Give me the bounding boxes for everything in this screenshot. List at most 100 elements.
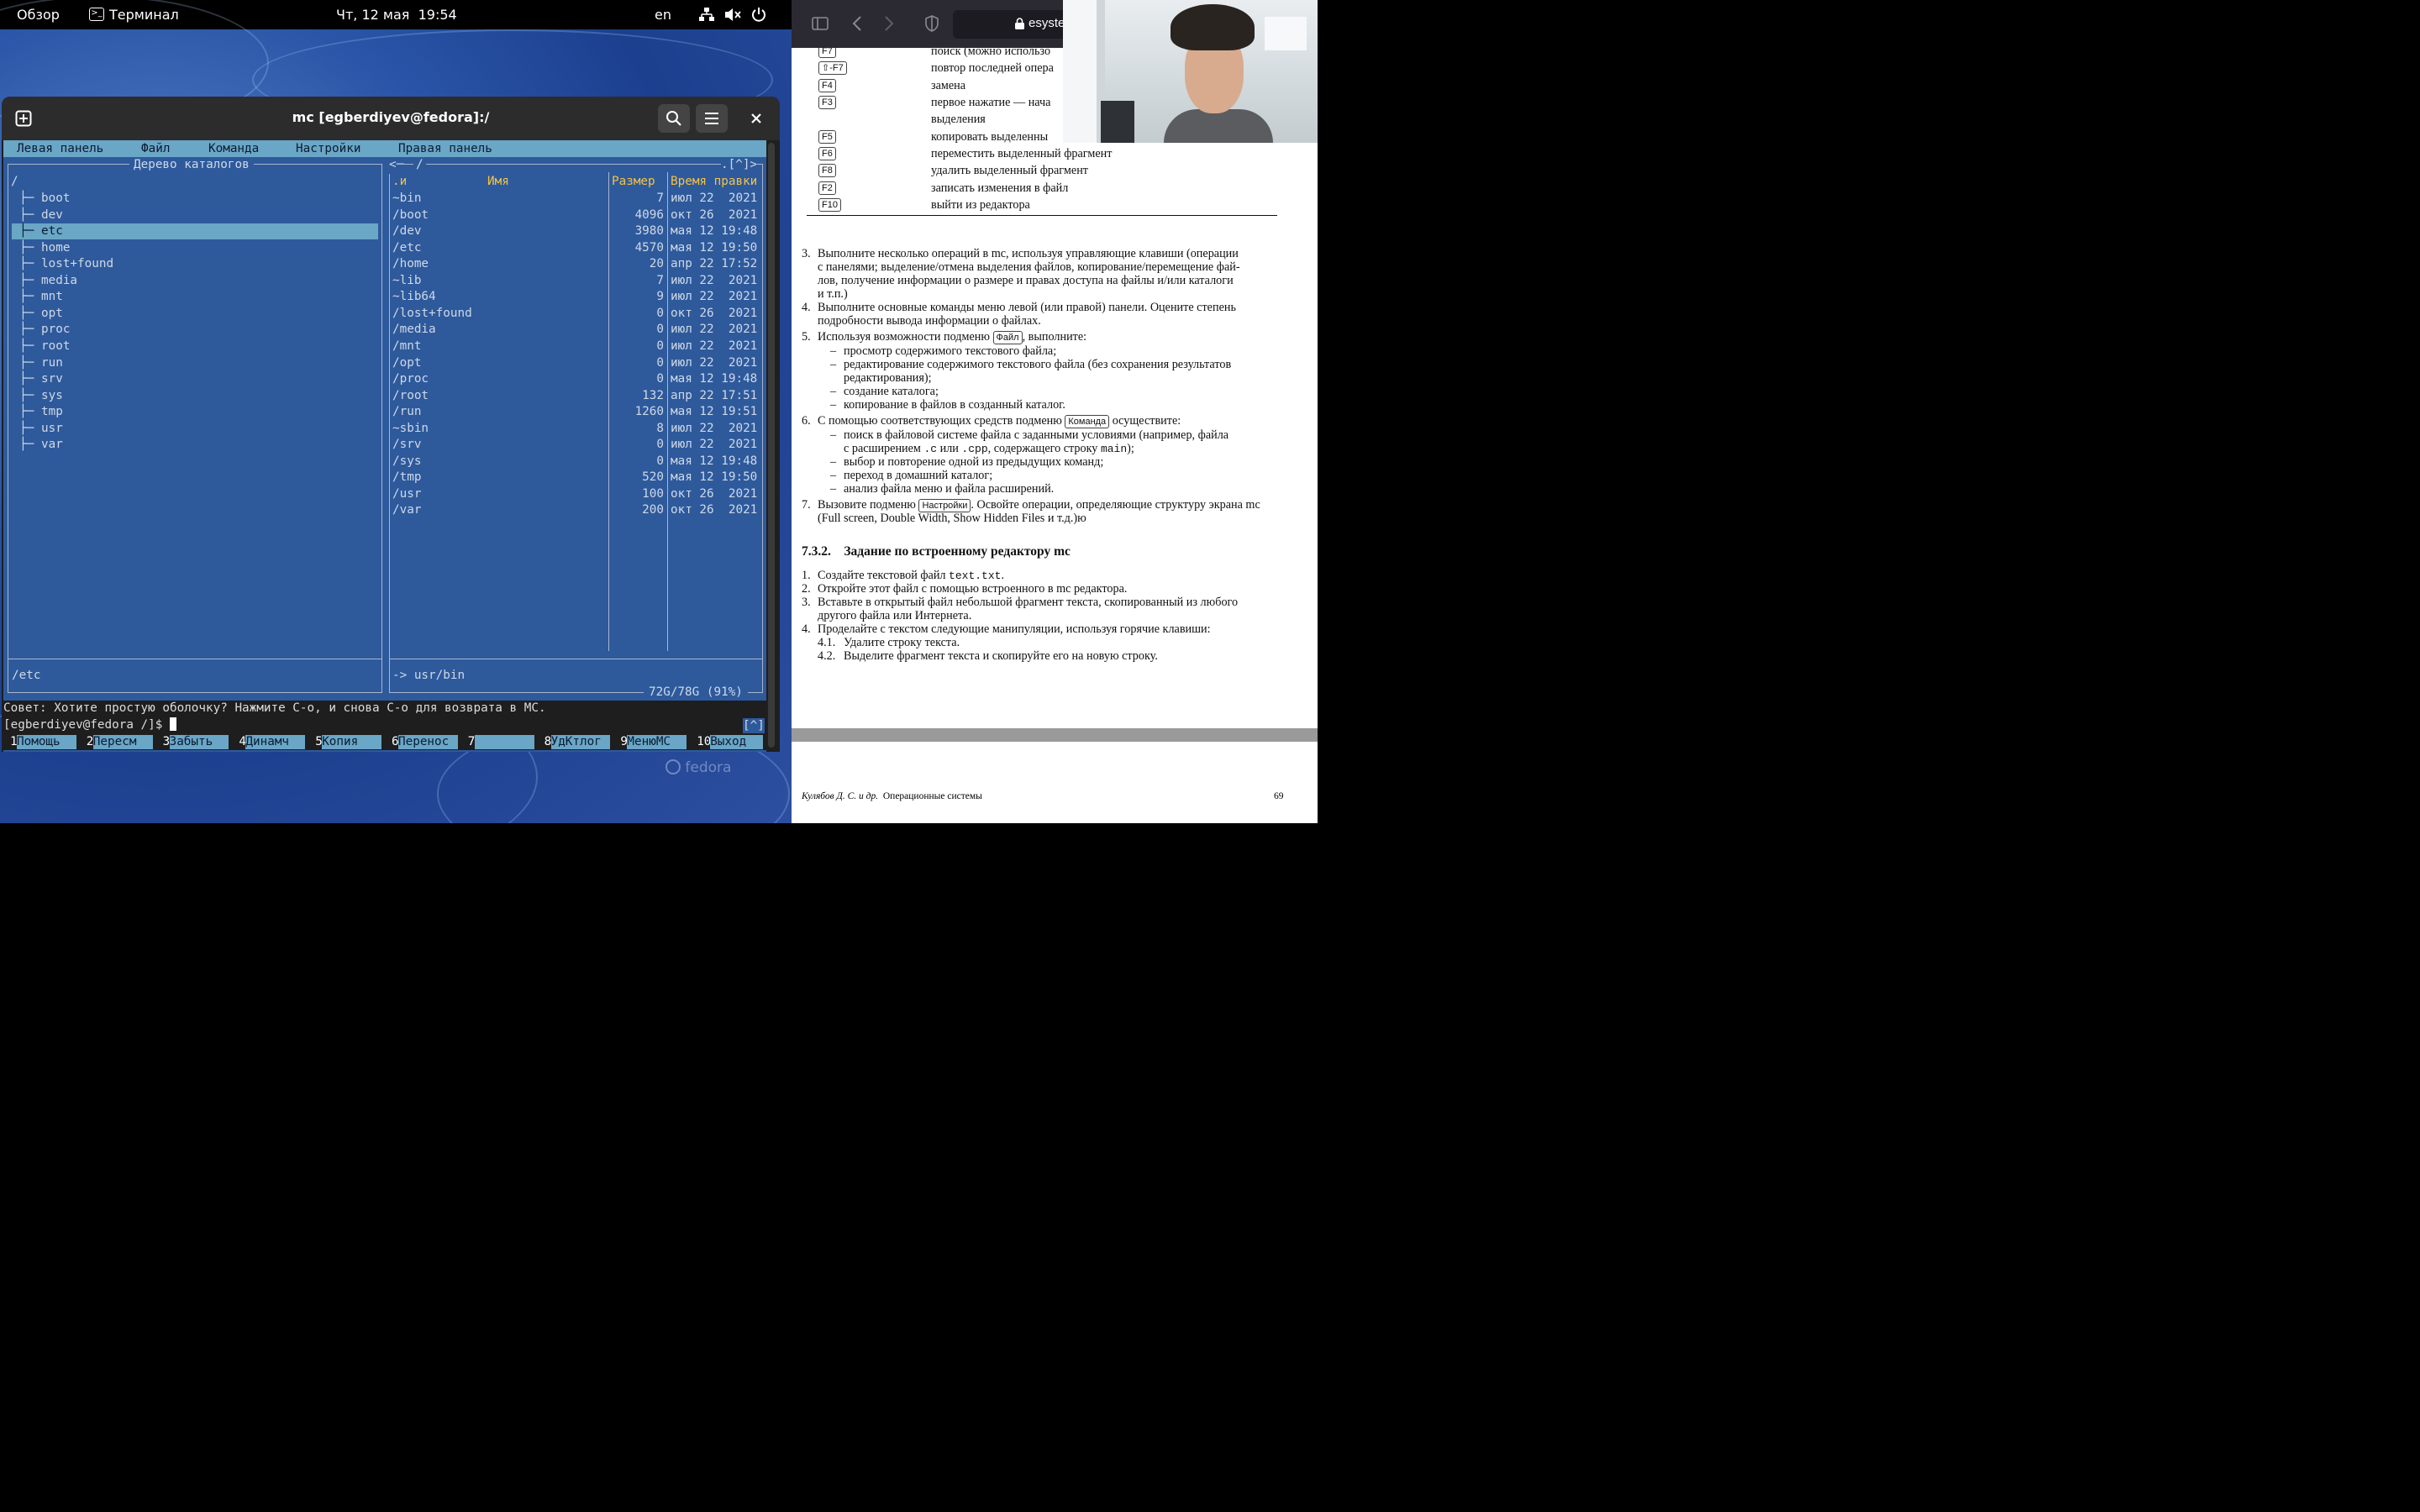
hint-line: Совет: Хотите простую оболочку? Нажмите … xyxy=(3,701,766,717)
tree-selection-bar xyxy=(12,223,378,239)
right-panel-nav-arrow[interactable]: <─ xyxy=(389,157,404,174)
tree-item-mnt[interactable]: mnt xyxy=(41,289,63,306)
tree-item-sys[interactable]: sys xyxy=(41,388,63,405)
item-6-sub-dash-4: – xyxy=(830,482,837,496)
key-cap: F2 xyxy=(818,181,836,195)
fkey-7[interactable] xyxy=(474,735,534,749)
fkey-9[interactable]: МенюMC xyxy=(627,735,687,749)
tree-item-proc[interactable]: proc xyxy=(41,322,70,339)
shell-prompt-line[interactable]: [egberdiyev@fedora /]$ xyxy=(3,717,766,734)
fkey-3[interactable]: Забыть xyxy=(169,735,229,749)
menu-file[interactable]: Файл xyxy=(141,142,170,155)
network-icon[interactable] xyxy=(699,8,714,25)
list-num-5: 5. xyxy=(802,330,811,344)
tree-item-boot[interactable]: boot xyxy=(41,191,70,207)
tree-root[interactable]: / xyxy=(11,174,18,191)
forward-icon[interactable] xyxy=(884,15,894,35)
tree-item-home[interactable]: home xyxy=(41,240,70,257)
file-mtime: окт 26 2021 xyxy=(671,486,758,501)
menu-command[interactable]: Команда xyxy=(208,142,259,155)
s-2: Откройте этот файл с помощью встроенного… xyxy=(818,582,1128,596)
menu-left-panel[interactable]: Левая панель xyxy=(17,142,103,155)
col-header-name[interactable]: Имя xyxy=(487,174,509,191)
file-size: 0 xyxy=(656,372,664,386)
file-mtime: июл 22 2021 xyxy=(671,192,758,205)
pdf-page: 3. Выполните несколько операций в mc, ис… xyxy=(792,48,1318,728)
col-header-size[interactable]: Размер xyxy=(612,174,655,191)
item-6-sub-dash-2: – xyxy=(830,455,837,469)
tree-item-opt[interactable]: opt xyxy=(41,306,63,323)
key-cap: F7 xyxy=(818,48,836,58)
fkey-6[interactable]: Перенос xyxy=(398,735,458,749)
file-size: 0 xyxy=(656,438,664,452)
terminal-scrollbar[interactable] xyxy=(768,143,775,748)
col-header-n[interactable]: .и xyxy=(392,174,407,191)
tree-item-usr[interactable]: usr xyxy=(41,421,63,438)
menu-options[interactable]: Настройки xyxy=(296,142,360,155)
s-num-41: 4.1. xyxy=(818,636,836,649)
file-name: /usr xyxy=(392,486,422,501)
tree-item-tmp[interactable]: tmp xyxy=(41,404,63,421)
search-button[interactable] xyxy=(658,104,690,133)
file-size: 4096 xyxy=(634,207,664,222)
item-7-line-2: (Full screen, Double Width, Show Hidden … xyxy=(818,512,1086,525)
shield-icon[interactable] xyxy=(924,15,939,35)
col-sep-1 xyxy=(608,172,609,651)
file-name: /media xyxy=(392,323,436,337)
key-description: поиск (можно использо xyxy=(931,48,1051,58)
key-description: записать изменения в файл xyxy=(931,181,1069,195)
tree-branch: ├─ xyxy=(19,273,34,287)
tree-item-var[interactable]: var xyxy=(41,437,63,454)
tree-branch: ├─ xyxy=(19,405,34,419)
back-icon[interactable] xyxy=(852,15,862,35)
file-mtime: мая 12 19:51 xyxy=(671,405,758,419)
tree-branch: ├─ xyxy=(19,192,34,205)
hamburger-icon xyxy=(705,113,718,124)
file-size: 0 xyxy=(656,306,664,320)
person-shoulders xyxy=(1164,109,1273,143)
fkey-4[interactable]: Динамч xyxy=(245,735,306,749)
power-icon[interactable] xyxy=(751,7,766,25)
tree-item-media[interactable]: media xyxy=(41,273,77,290)
fkey-5[interactable]: Копия xyxy=(322,735,381,749)
mc-menubar: Левая панель Файл Команда Настройки Прав… xyxy=(3,140,766,157)
file-mtime: июл 22 2021 xyxy=(671,290,758,304)
item-5-sub-dash-2: – xyxy=(830,358,837,371)
tree-item-lostfound[interactable]: lost+found xyxy=(41,256,113,273)
tree-branch: ├─ xyxy=(19,372,34,386)
menu-button[interactable] xyxy=(696,104,728,133)
mc-screen[interactable]: Левая панель Файл Команда Настройки Прав… xyxy=(3,140,766,752)
left-panel-title: Дерево каталогов xyxy=(129,157,254,174)
fkey-2[interactable]: Пересм xyxy=(92,735,153,749)
file-size: 3980 xyxy=(634,224,664,239)
tree-item-dev[interactable]: dev xyxy=(41,207,63,224)
key-cap: F6 xyxy=(818,147,836,160)
search-icon xyxy=(666,111,681,126)
tree-item-etc[interactable]: etc xyxy=(41,223,63,240)
volume-muted-icon[interactable] xyxy=(724,8,741,25)
tree-item-run[interactable]: run xyxy=(41,355,63,372)
fkey-1[interactable]: Помощь xyxy=(17,735,76,749)
right-panel-corner[interactable]: .[^]> xyxy=(721,157,758,174)
menu-right-panel[interactable]: Правая панель xyxy=(398,142,492,155)
s-3b: другого файла или Интернета. xyxy=(818,609,972,622)
keyboard-layout[interactable]: en xyxy=(655,7,671,23)
item-6-text: С помощью соответствующих средств подмен… xyxy=(818,414,1181,428)
tree-item-srv[interactable]: srv xyxy=(41,371,63,388)
clock[interactable]: Чт, 12 мая 19:54 xyxy=(336,7,457,23)
tree-item-root[interactable]: root xyxy=(41,339,70,355)
s-4: Проделайте с текстом следующие манипуляц… xyxy=(818,622,1211,636)
prompt-tag[interactable]: [^] xyxy=(743,718,765,735)
file-name: /mnt xyxy=(392,339,422,353)
key-description: повтор последней опера xyxy=(931,61,1054,75)
file-size: 0 xyxy=(656,323,664,337)
tree-branch: ├─ xyxy=(19,323,34,337)
close-button[interactable] xyxy=(741,104,771,133)
file-name: /opt xyxy=(392,355,422,370)
fkey-8[interactable]: УдКтлог xyxy=(550,735,611,749)
fkey-10[interactable]: Выход xyxy=(710,735,763,749)
key-description: выйти из редактора xyxy=(931,198,1030,212)
col-header-time[interactable]: Время правки xyxy=(671,174,757,191)
sidebar-toggle-icon[interactable] xyxy=(812,17,829,34)
menu-key-options: Настройки xyxy=(918,499,971,512)
